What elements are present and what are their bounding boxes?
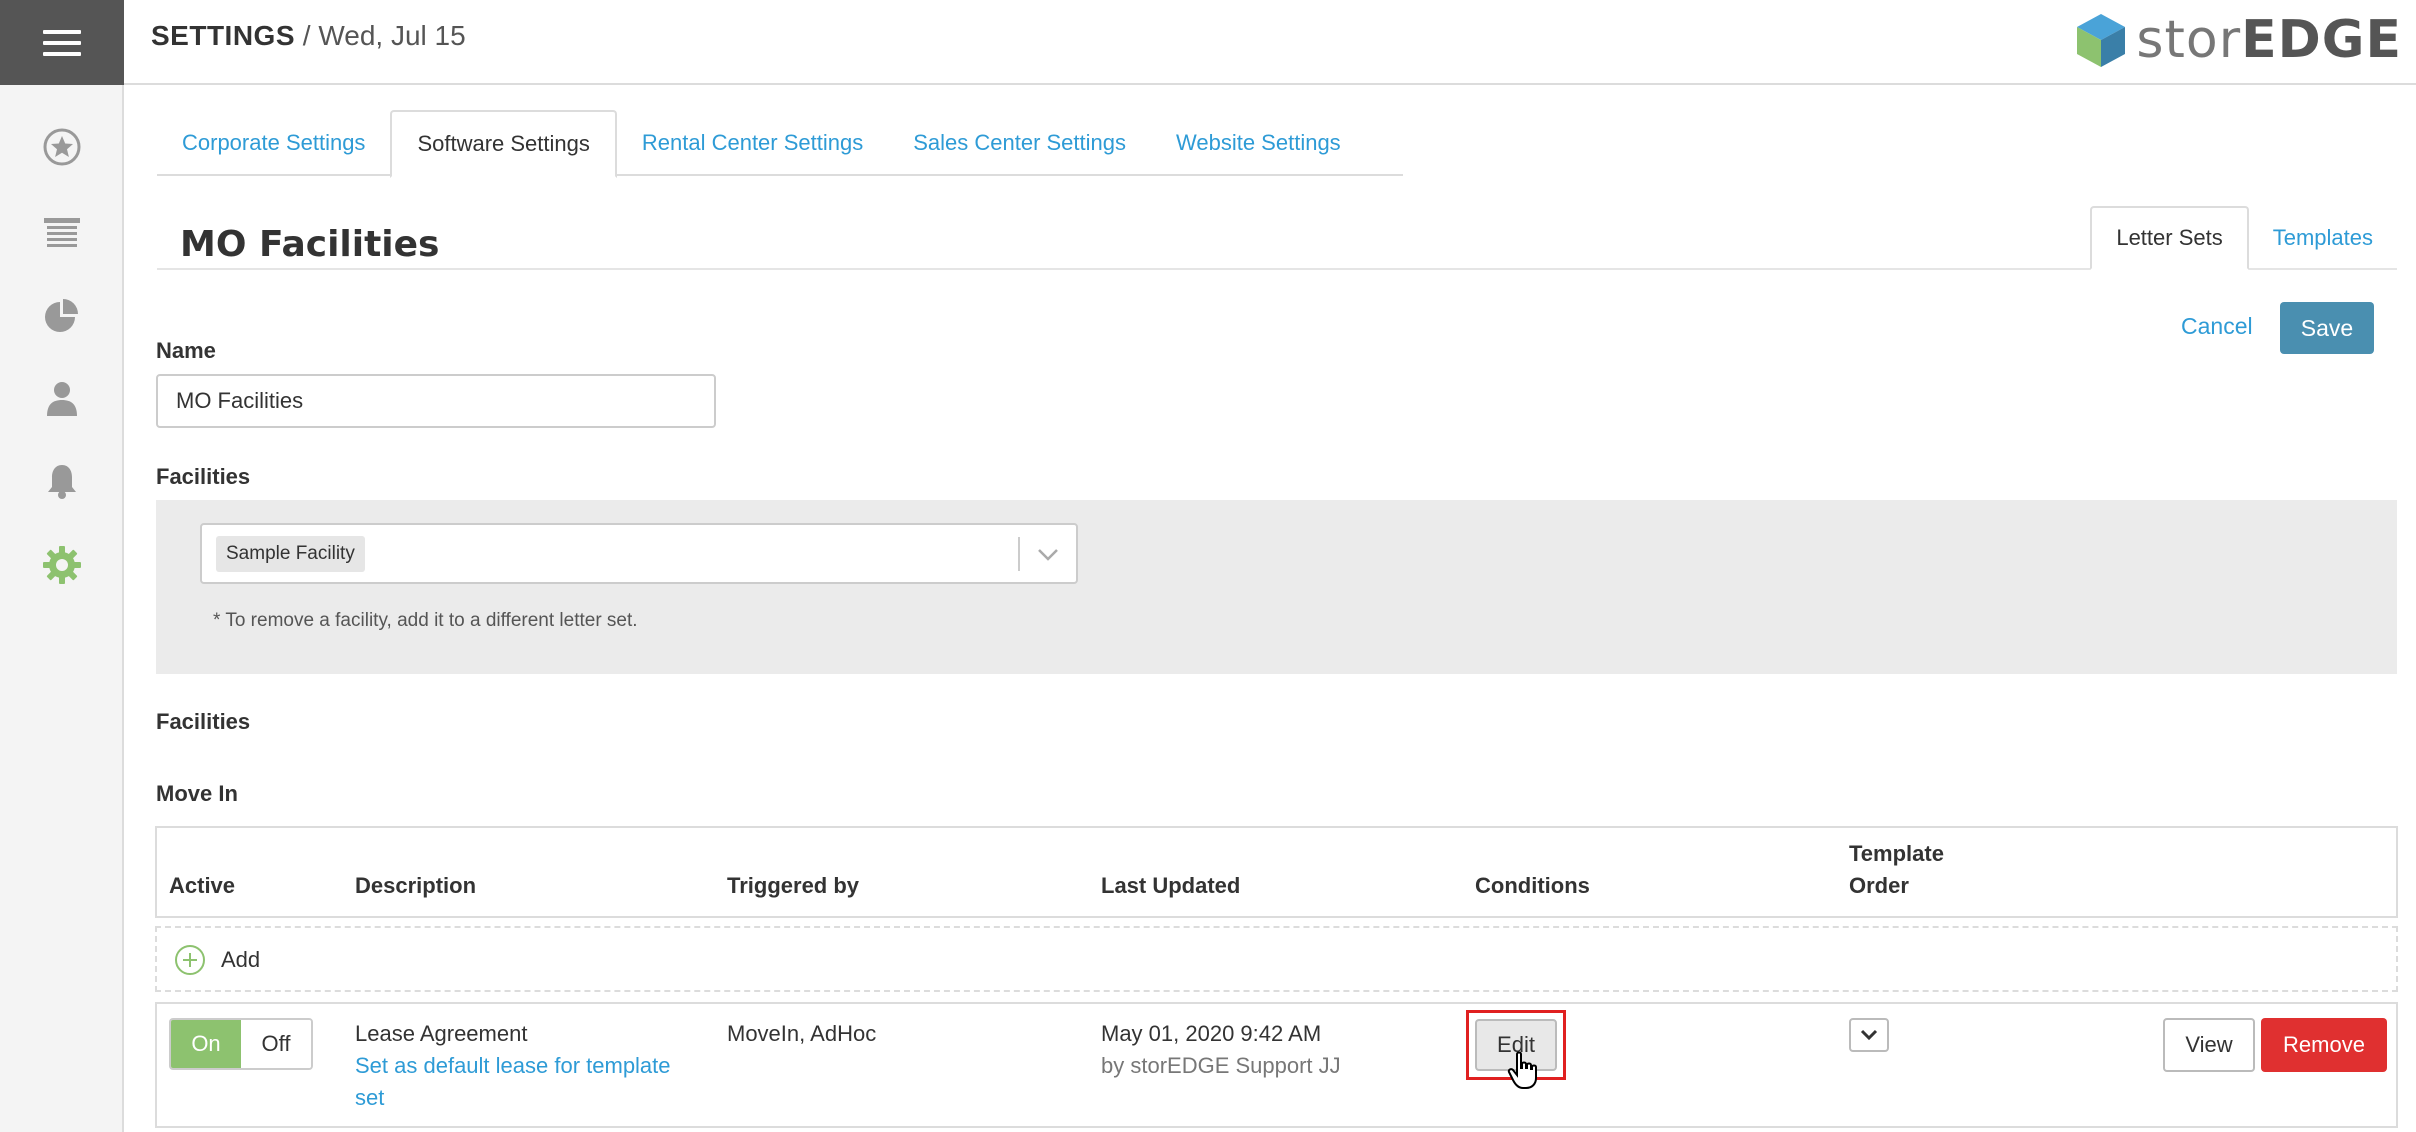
subtab-letter-sets[interactable]: Letter Sets [2090, 206, 2249, 270]
description-cell: Lease Agreement Set as default lease for… [355, 1018, 715, 1114]
col-last-updated: Last Updated [1101, 873, 1241, 898]
subtabs: Letter Sets Templates [2090, 206, 2397, 270]
col-description: Description [355, 873, 477, 898]
sidebar-item-units[interactable] [0, 202, 124, 262]
sidebar-item-settings[interactable] [0, 535, 124, 595]
section-header: MO Facilities Letter Sets Templates [157, 206, 2397, 270]
template-order-dropdown[interactable] [1849, 1018, 1889, 1052]
toggle-off[interactable]: Off [241, 1020, 311, 1068]
reports-pie-icon [45, 299, 78, 332]
col-template-order: Template Order [1849, 838, 1944, 902]
hand-cursor-icon [1507, 1051, 1537, 1089]
cube-logo-icon [2077, 14, 2126, 67]
facility-note: * To remove a facility, add it to a diff… [213, 610, 638, 631]
gear-icon [43, 546, 81, 584]
table-header: Active Description Triggered by Last Upd… [155, 826, 2398, 918]
separator: / [295, 20, 319, 51]
facility-select[interactable]: Sample Facility [200, 523, 1078, 584]
star-icon [43, 128, 81, 166]
description-text: Lease Agreement [355, 1021, 528, 1046]
subtab-templates[interactable]: Templates [2249, 206, 2397, 270]
sidebar-item-favorites[interactable] [0, 117, 124, 177]
menu-button[interactable] [0, 0, 124, 85]
sidebar-item-customers[interactable] [0, 368, 124, 428]
updated-by: by storEDGE Support JJ [1101, 1053, 1341, 1078]
col-active: Active [169, 873, 236, 898]
settings-heading: SETTINGS [151, 20, 296, 51]
settings-tabs: Corporate Settings Software Settings Ren… [157, 110, 1403, 178]
col-triggered-by: Triggered by [727, 873, 860, 898]
chevron-down-icon [1860, 1029, 1878, 1041]
chevron-down-icon[interactable] [1032, 539, 1064, 571]
sidebar [0, 0, 124, 1132]
facilities-label: Facilities [156, 464, 251, 489]
name-input[interactable] [156, 374, 716, 428]
user-icon [47, 382, 77, 416]
units-icon [44, 218, 80, 247]
facility-chip[interactable]: Sample Facility [216, 536, 365, 572]
sidebar-item-notifications[interactable] [0, 451, 124, 511]
set-default-lease-link[interactable]: Set as default lease for template set [355, 1050, 715, 1114]
save-button[interactable]: Save [2280, 302, 2374, 354]
header-date: Wed, Jul 15 [318, 20, 466, 51]
hamburger-icon [43, 29, 81, 56]
facilities-panel: Sample Facility * To remove a facility, … [156, 500, 2397, 674]
tab-sales-center-settings[interactable]: Sales Center Settings [888, 110, 1151, 176]
select-divider [1018, 537, 1020, 571]
toggle-on[interactable]: On [171, 1020, 241, 1068]
add-row: Add [155, 926, 2398, 992]
sidebar-item-reports[interactable] [0, 286, 124, 346]
move-in-heading: Move In [156, 781, 238, 806]
remove-button[interactable]: Remove [2261, 1018, 2387, 1072]
view-button[interactable]: View [2163, 1018, 2255, 1072]
table-row: On Off Lease Agreement Set as default le… [155, 1002, 2398, 1128]
col-template-order-line1: Template [1849, 841, 1944, 866]
set-default-lease-link-line1[interactable]: Set as default lease for template [355, 1050, 715, 1082]
tab-corporate-settings[interactable]: Corporate Settings [157, 110, 390, 176]
storedge-logo: stor EDGE [2072, 8, 2402, 72]
facilities-heading: Facilities [156, 709, 251, 734]
add-button[interactable]: Add [221, 947, 260, 973]
col-conditions: Conditions [1475, 873, 1590, 898]
add-circle-icon[interactable] [174, 944, 206, 976]
col-template-order-line2: Order [1849, 873, 1909, 898]
logo-text-stor: stor [2136, 10, 2242, 70]
letter-set-title: MO Facilities [180, 224, 440, 265]
tab-software-settings[interactable]: Software Settings [390, 110, 617, 178]
page-title: SETTINGS / Wed, Jul 15 [151, 20, 466, 52]
active-toggle[interactable]: On Off [169, 1018, 313, 1070]
logo-text-edge: EDGE [2241, 10, 2402, 70]
last-updated-date: May 01, 2020 9:42 AM [1101, 1021, 1322, 1046]
top-header: SETTINGS / Wed, Jul 15 stor EDGE [124, 0, 2416, 85]
set-default-lease-link-line2[interactable]: set [355, 1082, 715, 1114]
tab-rental-center-settings[interactable]: Rental Center Settings [617, 110, 888, 176]
last-updated-cell: May 01, 2020 9:42 AM by storEDGE Support… [1101, 1018, 1341, 1082]
tab-website-settings[interactable]: Website Settings [1151, 110, 1366, 176]
name-label: Name [156, 338, 216, 363]
triggered-by-cell: MoveIn, AdHoc [727, 1021, 877, 1046]
bell-icon [48, 465, 76, 499]
cancel-button[interactable]: Cancel [2165, 300, 2269, 352]
